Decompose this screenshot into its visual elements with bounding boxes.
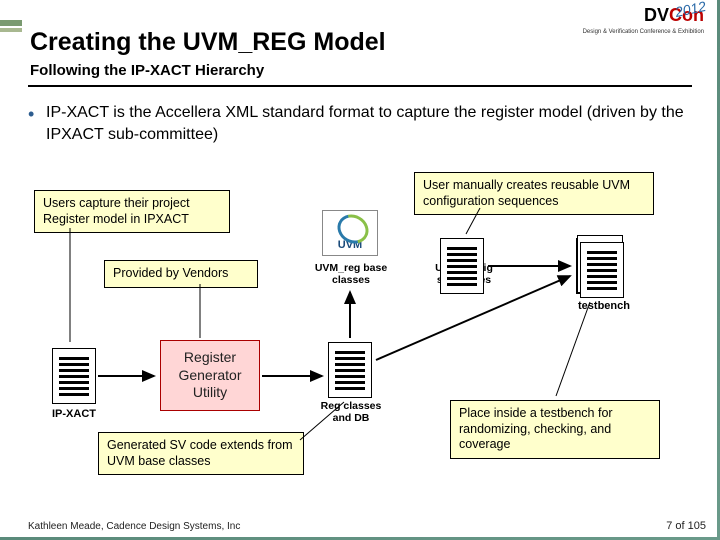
doc-ipxact [52,348,96,404]
box-user-manual: User manually creates reusable UVM confi… [414,172,654,215]
accent-bar-2 [0,28,22,32]
slide-title: Creating the UVM_REG Model [30,28,386,57]
logo-sub: Design & Verification Conference & Exhib… [583,29,704,35]
title-rule [28,85,692,87]
slide-subtitle: Following the IP-XACT Hierarchy [30,62,264,79]
box-users-capture: Users capture their project Register mod… [34,190,230,233]
doc-reg-classes [328,342,372,398]
label-ipxact: IP-XACT [42,408,106,420]
accent-bar [0,20,22,26]
label-reg-classes: Reg classes and DB [314,400,388,424]
doc-testbench-2 [580,242,624,298]
box-reg-gen: Register Generator Utility [160,340,260,411]
footer-page: 7 of 105 [666,520,706,532]
label-uvm-reg: UVM_reg base classes [312,262,390,286]
doc-uvm-cfg [440,238,484,294]
bullet-text: IP-XACT is the Accellera XML standard fo… [46,102,686,145]
footer-author: Kathleen Meade, Cadence Design Systems, … [28,521,240,532]
uvm-logo-icon: UVM [322,210,378,256]
label-testbench: testbench [564,300,644,312]
box-place-tb: Place inside a testbench for randomizing… [450,400,660,459]
dvcon-logo: 2012 DVCon Design & Verification Confere… [583,6,704,36]
box-gen-sv: Generated SV code extends from UVM base … [98,432,304,475]
box-provided-vendors: Provided by Vendors [104,260,258,288]
